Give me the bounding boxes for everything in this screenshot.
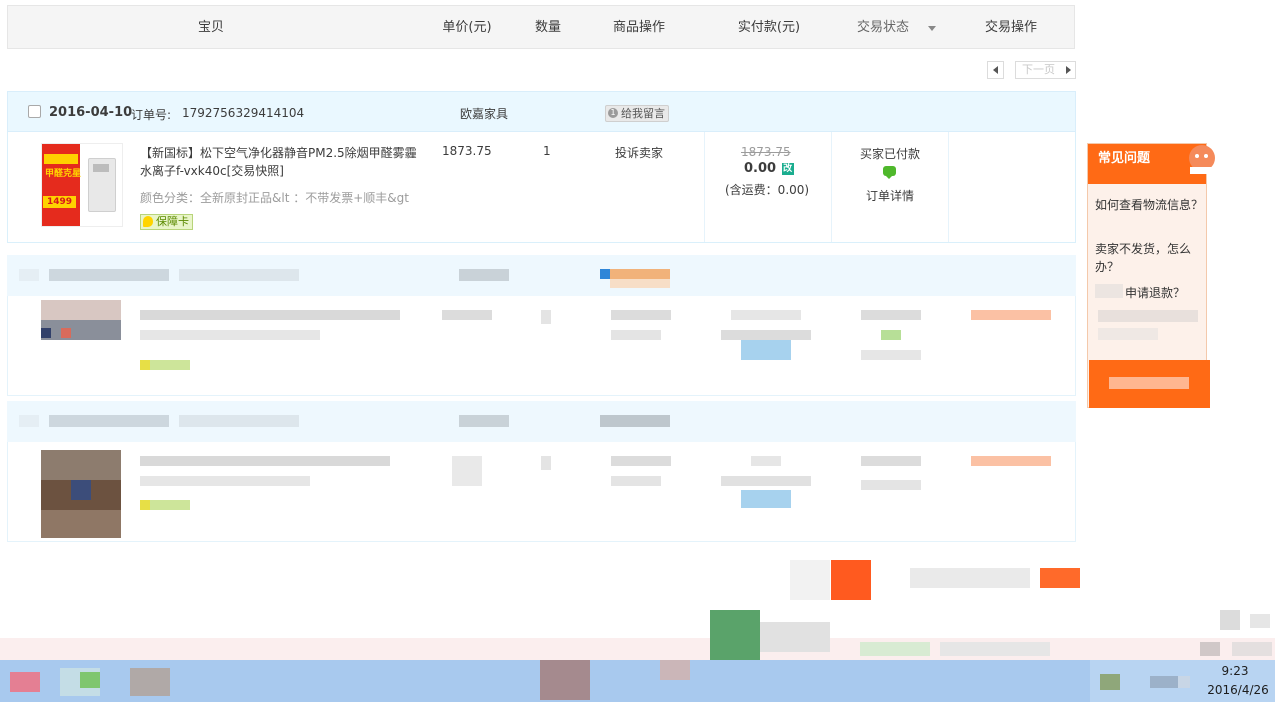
next-page-button[interactable]: 下一页	[1015, 61, 1076, 79]
faq-item-no-shipping[interactable]: 卖家不发货，怎么办？	[1095, 240, 1203, 276]
speaker-icon[interactable]	[1200, 642, 1220, 656]
order-item-row-obscured	[7, 442, 1076, 542]
next-page-label: 下一页	[1022, 63, 1055, 76]
faq-more-button[interactable]	[1089, 360, 1210, 408]
prev-page-button[interactable]	[987, 61, 1004, 79]
message-count-icon: 1	[608, 108, 618, 118]
arrow-right-icon	[1066, 66, 1071, 74]
zoom-indicator[interactable]	[1232, 642, 1272, 656]
column-unit-price: 单价(元)	[442, 20, 492, 35]
order-item-row: 甲醛克星 1499 【新国标】松下空气净化器静音PM2.5除烟甲醛雾霾 水离子f…	[7, 132, 1076, 243]
product-image-price: 1499	[43, 196, 76, 208]
taskbar-app-icon[interactable]	[130, 668, 170, 696]
unit-price: 1873.75	[442, 144, 492, 158]
product-sku: 颜色分类：全新原封正品&lt ：不带发票+顺丰&gt	[140, 191, 409, 205]
tray-icon[interactable]	[1150, 676, 1180, 688]
order-status: 买家已付款	[860, 147, 921, 161]
column-quantity: 数量	[534, 20, 561, 35]
shipping-fee: (含运费：0.00)	[725, 183, 810, 197]
original-total: 1873.75	[741, 145, 791, 159]
column-trade-ops: 交易操作	[984, 20, 1037, 35]
guarantee-label: 保障卡	[156, 215, 189, 228]
paid-total-value: 0.00	[744, 161, 777, 176]
order-header-obscured	[7, 401, 1076, 442]
chevron-down-icon[interactable]	[928, 26, 936, 31]
column-paid: 实付款(元)	[737, 20, 801, 35]
order-select-checkbox[interactable]	[28, 105, 41, 118]
shield-icon	[143, 216, 153, 227]
product-snapshot-link[interactable]: 水离子f-vxk40c[交易快照]	[140, 162, 284, 179]
pagination-current-page[interactable]	[831, 560, 871, 600]
order-number: 1792756329414104	[182, 106, 305, 120]
status-filter-dropdown[interactable]: 交易状态	[850, 6, 916, 50]
complain-seller-link[interactable]: 投诉卖家	[615, 144, 663, 161]
column-item: 宝贝	[197, 20, 224, 35]
price-changed-badge: 改	[781, 163, 794, 175]
pagination-confirm-button[interactable]	[1040, 568, 1080, 588]
taskbar-clock-time[interactable]: 9:23	[1205, 664, 1265, 678]
pagination-bottom-obscured	[790, 560, 830, 600]
column-item-ops: 商品操作	[612, 20, 665, 35]
chat-icon[interactable]	[883, 166, 896, 179]
quantity: 1	[543, 144, 551, 158]
guarantee-badge[interactable]: 保障卡	[140, 214, 193, 230]
paid-total: 0.00 改	[744, 161, 794, 176]
leave-message-button[interactable]: 1 给我留言	[605, 105, 669, 122]
taskbar	[0, 660, 1275, 702]
order-header: 2016-04-10 订单号: 1792756329414104 欧嘉家具	[7, 91, 1076, 132]
taskbar-clock-date[interactable]: 2016/4/26	[1205, 683, 1271, 697]
taskbar-app-icon[interactable]	[540, 660, 590, 700]
shop-name-link[interactable]: 欧嘉家具	[460, 105, 508, 122]
start-button[interactable]	[10, 672, 40, 692]
arrow-left-icon	[993, 66, 998, 74]
order-header-obscured	[7, 255, 1076, 296]
leave-message-label: 给我留言	[621, 107, 665, 120]
order-detail-link[interactable]: 订单详情	[866, 187, 914, 204]
order-date: 2016-04-10	[49, 105, 133, 120]
order-table-header: 宝贝 单价(元) 数量 商品操作 实付款(元) 交易状态 交易操作	[7, 5, 1075, 49]
faq-item-logistics[interactable]: 如何查看物流信息？	[1095, 196, 1203, 214]
order-number-label: 订单号:	[131, 108, 172, 122]
browser-status-bar	[0, 610, 1275, 660]
mascot-icon	[1189, 145, 1215, 174]
tray-icon[interactable]	[1100, 674, 1120, 690]
order-item-row-obscured	[7, 296, 1076, 396]
product-image-banner-text: 甲醛克星	[45, 169, 82, 179]
product-thumbnail[interactable]: 甲醛克星 1499	[41, 143, 123, 227]
product-title-link[interactable]: 【新国标】松下空气净化器静音PM2.5除烟甲醛雾霾	[140, 144, 417, 161]
volume-icon[interactable]	[1178, 676, 1190, 688]
